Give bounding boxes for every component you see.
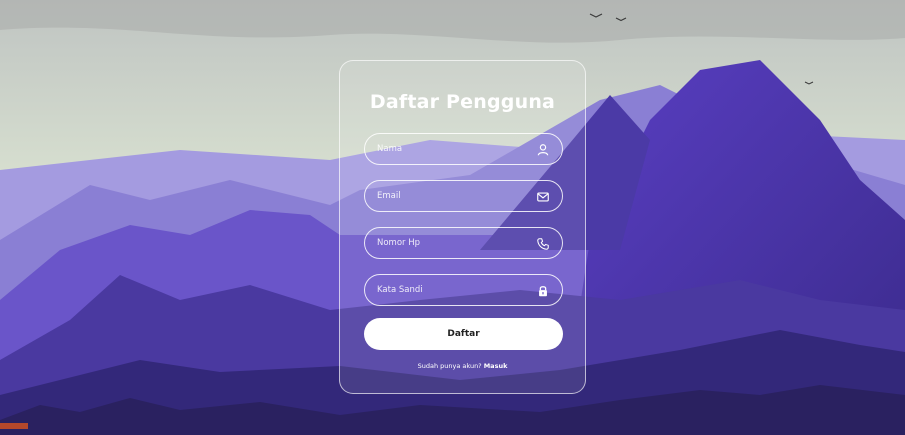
form-title: Daftar Pengguna (369, 91, 556, 113)
password-input[interactable] (377, 275, 527, 305)
login-prompt: Sudah punya akun? Masuk (340, 362, 585, 370)
login-link[interactable]: Masuk (484, 362, 508, 370)
register-card: Daftar Pengguna Daftar Sudah punya akun? (339, 60, 586, 394)
mail-icon (537, 192, 549, 202)
lock-icon (539, 286, 547, 297)
login-prompt-text: Sudah punya akun? (417, 362, 482, 370)
user-icon (537, 144, 549, 156)
register-button[interactable]: Daftar (364, 318, 563, 350)
phone-field-wrapper (364, 227, 563, 259)
email-field-wrapper (364, 180, 563, 212)
name-input[interactable] (377, 134, 527, 164)
phone-icon (537, 238, 549, 250)
phone-input[interactable] (377, 228, 527, 258)
email-input[interactable] (377, 181, 527, 211)
password-field-wrapper (364, 274, 563, 306)
name-field-wrapper (364, 133, 563, 165)
